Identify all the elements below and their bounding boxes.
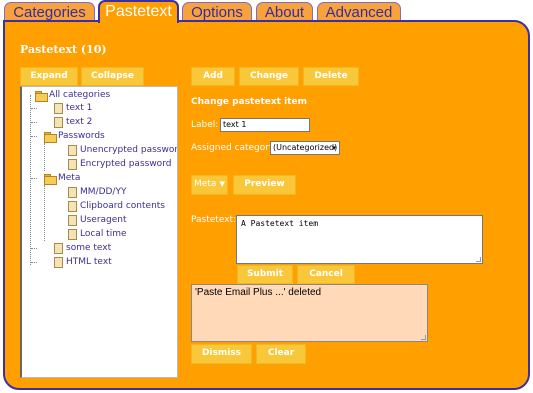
category-caption: Assigned category [191, 143, 275, 153]
page-title: Pastetext (10) [20, 43, 107, 56]
tree-node[interactable]: Unencrypted password [66, 144, 178, 157]
tree-connector [31, 136, 37, 137]
pastetext-caption: Pastetext: [191, 215, 237, 225]
tree-node-label: text 1 [66, 103, 93, 113]
pastetext-value: A Pastetext item [241, 219, 319, 228]
document-icon [66, 228, 78, 240]
chevron-down-icon: ▾ [332, 144, 336, 152]
tree-node-label: Encrypted password [80, 159, 172, 169]
tab-bar: Categories Pastetext Options About Advan… [0, 0, 533, 23]
tab-advanced[interactable]: Advanced [317, 2, 401, 22]
tree-connector [31, 248, 37, 249]
tree-node[interactable]: some text [52, 242, 111, 255]
tree-connector [31, 262, 37, 263]
preview-button[interactable]: Preview [233, 175, 296, 195]
log-message: 'Paste Email Plus ...' deleted [195, 287, 322, 298]
category-tree[interactable]: All categories text 1 text 2 Passwords U… [20, 86, 178, 378]
tree-node-root[interactable]: All categories [25, 89, 110, 102]
tree-node[interactable]: Encrypted password [66, 158, 171, 171]
tree-node[interactable]: text 2 [52, 116, 92, 129]
tree-node-folder[interactable]: Meta [38, 172, 80, 185]
resize-grip-icon[interactable] [476, 257, 481, 262]
document-icon [52, 102, 64, 114]
form-heading: Change pastetext item [191, 97, 307, 107]
tree-node[interactable]: Local time [66, 228, 127, 241]
tree-node-label: text 2 [66, 117, 93, 127]
tree-node-label: HTML text [66, 257, 112, 267]
tree-node-label: Clipboard contents [80, 201, 165, 211]
add-button[interactable]: Add [191, 67, 235, 86]
tree-node-label: Unencrypted password [80, 145, 178, 155]
category-select[interactable]: (Uncategorized) ▾ [270, 141, 340, 155]
tree-node-folder[interactable]: Passwords [38, 130, 105, 143]
dismiss-button[interactable]: Dismiss [191, 344, 252, 364]
delete-button[interactable]: Delete [303, 67, 359, 86]
tree-node[interactable]: HTML text [52, 256, 112, 269]
collapse-button[interactable]: Collapse [81, 67, 144, 86]
change-button[interactable]: Change [239, 67, 299, 86]
tree-node-label: Useragent [80, 215, 127, 225]
resize-grip-icon[interactable] [421, 335, 426, 340]
tree-node-label: Passwords [58, 131, 105, 141]
folder-icon [44, 130, 57, 143]
tree-node[interactable]: text 1 [52, 102, 92, 115]
document-icon [66, 144, 78, 156]
tree-node-label: some text [66, 243, 112, 253]
document-icon [52, 242, 64, 254]
tree-connector [44, 143, 45, 171]
tab-about[interactable]: About [256, 2, 313, 22]
tree-connector [31, 108, 37, 109]
folder-open-icon [35, 89, 48, 102]
folder-icon [44, 172, 57, 185]
document-icon [52, 256, 64, 268]
label-caption: Label: [191, 120, 219, 130]
meta-label: Meta [194, 179, 217, 189]
tree-connector [31, 122, 37, 123]
tree-node[interactable]: Clipboard contents [66, 200, 165, 213]
submit-button[interactable]: Submit [237, 265, 293, 284]
document-icon [66, 200, 78, 212]
tab-options[interactable]: Options [182, 2, 252, 22]
tree-connector [44, 185, 45, 241]
document-icon [52, 116, 64, 128]
document-icon [66, 158, 78, 170]
pastetext-panel: Pastetext (10) Expand Collapse All categ… [3, 20, 530, 390]
cancel-button[interactable]: Cancel [297, 265, 355, 284]
tree-connector [30, 95, 31, 265]
caret-down-icon: ▼ [219, 180, 225, 188]
category-select-value: (Uncategorized) [273, 143, 338, 152]
expand-button[interactable]: Expand [20, 67, 78, 86]
tab-categories[interactable]: Categories [4, 2, 95, 22]
tree-connector [31, 178, 37, 179]
clear-button[interactable]: Clear [256, 344, 306, 364]
pastetext-textarea[interactable]: A Pastetext item [236, 215, 483, 264]
tab-pastetext[interactable]: Pastetext [98, 0, 179, 23]
tree-node[interactable]: Useragent [66, 214, 127, 227]
document-icon [66, 186, 78, 198]
tree-node-label: MM/DD/YY [80, 187, 127, 197]
meta-dropdown-button[interactable]: Meta ▼ [191, 175, 228, 195]
tree-node-label: All categories [49, 90, 111, 100]
document-icon [66, 214, 78, 226]
tree-node[interactable]: MM/DD/YY [66, 186, 126, 199]
label-input[interactable]: text 1 [220, 118, 310, 132]
tree-node-label: Meta [58, 173, 81, 183]
log-area[interactable]: 'Paste Email Plus ...' deleted [191, 284, 428, 342]
tree-node-label: Local time [80, 229, 127, 239]
